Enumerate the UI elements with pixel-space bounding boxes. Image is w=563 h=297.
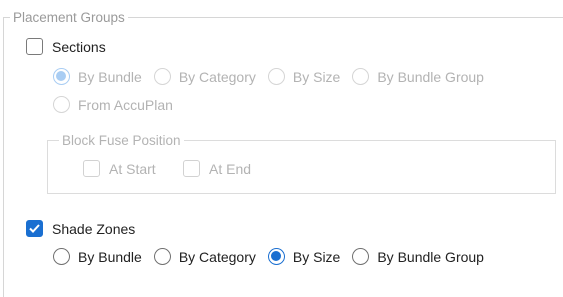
radio-label: From AccuPlan — [78, 96, 173, 113]
radio-button[interactable] — [267, 68, 285, 85]
shade-zones-radio-by-size[interactable]: By Size — [267, 248, 341, 265]
radio-button[interactable] — [53, 248, 70, 265]
sections-label: Sections — [52, 38, 106, 55]
radio-label: By Size — [292, 248, 341, 265]
at-start-checkbox-row[interactable]: At Start — [83, 160, 156, 177]
sections-checkbox[interactable] — [26, 38, 43, 55]
shade-zones-radio-by-bundle-group[interactable]: By Bundle Group — [352, 248, 484, 265]
shade-zones-radio-by-category[interactable]: By Category — [153, 248, 256, 265]
radio-button[interactable] — [267, 248, 285, 265]
block-fuse-position-title: Block Fuse Position — [59, 133, 184, 149]
radio-button[interactable] — [153, 248, 171, 265]
sections-radio-row-1: By Bundle By Category By Size By Bundle … — [53, 68, 484, 85]
sections-radio-by-category[interactable]: By Category — [153, 68, 256, 85]
radio-label: By Bundle Group — [377, 68, 484, 85]
shade-zones-checkbox-row[interactable]: Shade Zones — [26, 220, 135, 237]
at-start-checkbox[interactable] — [83, 160, 100, 177]
at-end-checkbox-row[interactable]: At End — [183, 160, 251, 177]
at-end-checkbox[interactable] — [183, 160, 200, 177]
placement-groups-title: Placement Groups — [10, 10, 128, 26]
sections-radio-by-size[interactable]: By Size — [267, 68, 341, 85]
radio-button[interactable] — [352, 68, 370, 85]
sections-radio-by-bundle[interactable]: By Bundle — [53, 68, 142, 85]
radio-button[interactable] — [53, 68, 70, 85]
shade-zones-radio-by-bundle[interactable]: By Bundle — [53, 248, 142, 265]
radio-label: By Bundle — [78, 248, 142, 265]
radio-label: By Bundle — [78, 68, 142, 85]
shade-zones-checkbox[interactable] — [26, 220, 43, 237]
radio-button[interactable] — [153, 68, 171, 85]
radio-label: By Category — [178, 68, 256, 85]
sections-radio-by-bundle-group[interactable]: By Bundle Group — [352, 68, 484, 85]
checkmark-icon — [29, 224, 40, 233]
radio-label: By Category — [178, 248, 256, 265]
sections-radio-row-2: From AccuPlan — [53, 96, 185, 113]
radio-button[interactable] — [53, 96, 70, 113]
radio-label: By Size — [292, 68, 341, 85]
at-start-label: At Start — [109, 160, 156, 177]
sections-radio-from-accuplan[interactable]: From AccuPlan — [53, 96, 173, 113]
radio-label: By Bundle Group — [377, 248, 484, 265]
sections-checkbox-row[interactable]: Sections — [26, 38, 106, 55]
at-end-label: At End — [209, 160, 252, 177]
radio-button[interactable] — [352, 248, 370, 265]
shade-zones-label: Shade Zones — [52, 220, 136, 237]
shade-zones-radio-row: By Bundle By Category By Size By Bundle … — [53, 248, 484, 265]
